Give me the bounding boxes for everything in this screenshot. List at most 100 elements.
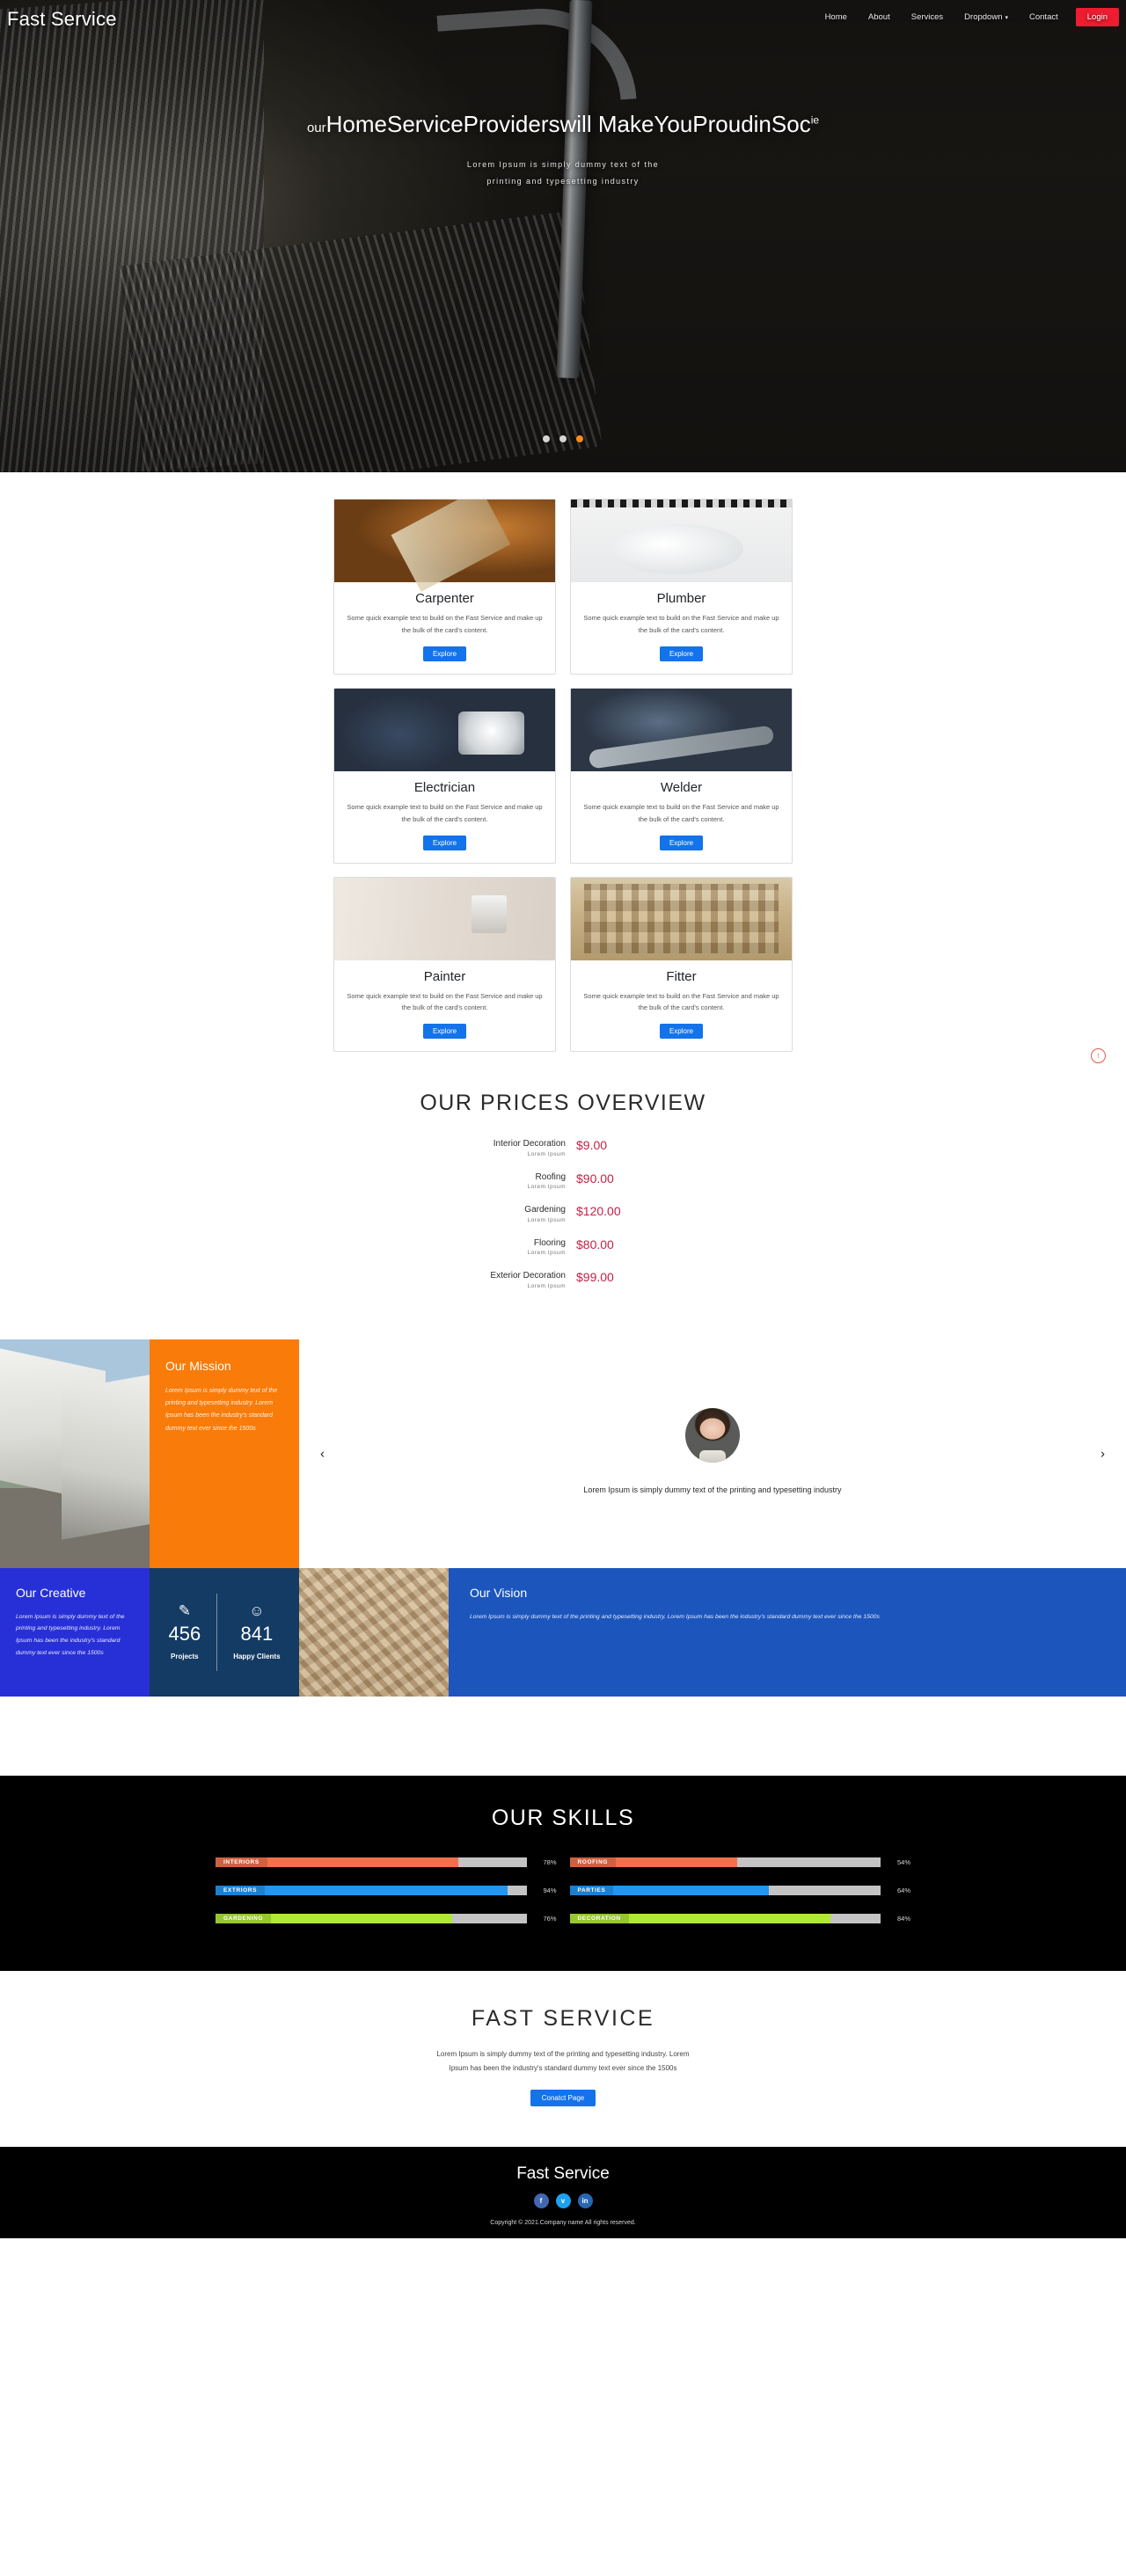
price-name: Interior Decoration [493,1139,566,1149]
price-sub: Lorem Ipsum [527,1250,566,1257]
testimonial-avatar [685,1407,740,1463]
carousel-dot-3[interactable] [576,435,583,442]
prices-heading: OUR PRICES OVERVIEW [420,1091,706,1116]
price-label-group: Exterior Decoration Lorem Ipsum [472,1271,576,1289]
hero-subtitle-line-2: printing and typesetting industry [486,176,640,186]
explore-button[interactable]: Explore [659,646,704,661]
copyright-text: Copyright © 2021.Company name All rights… [490,2219,636,2226]
contact-text: Lorem Ipsum is simply dummy text of the … [436,2049,690,2072]
price-label-group: Roofing Lorem Ipsum [472,1172,576,1191]
site-footer: Fast Service f ᴠ in Copyright © 2021.Com… [0,2146,1126,2238]
card-title: Fitter [666,968,697,984]
price-sub: Lorem Ipsum [527,1282,566,1289]
twitter-icon[interactable]: ᴠ [555,2193,571,2208]
progress-fill: ROOFING [569,1857,738,1867]
prices-section: OUR PRICES OVERVIEW Interior Decoration … [0,1061,1126,1339]
hero-subtitle: Lorem Ipsum is simply dummy text of the … [158,157,968,190]
price-row: Roofing Lorem Ipsum $90.00 [453,1171,673,1191]
price-name: Roofing [535,1171,566,1182]
price-value: $80.00 [576,1237,614,1252]
price-sub: Lorem Ipsum [527,1150,566,1157]
creative-panel: Our Creative Lorem Ipsum is simply dummy… [0,1567,150,1697]
card-text: Some quick example text to build on the … [347,991,543,1012]
card-body: Fitter Some quick example text to build … [571,960,792,1052]
explore-button[interactable]: Explore [422,1024,467,1040]
card-title: Electrician [413,779,476,795]
card-title: Carpenter [415,591,474,606]
nav-item-contact[interactable]: Contact [1019,7,1069,27]
testimonial-next-icon[interactable]: › [1100,1446,1105,1461]
stat-happy-clients: ☺ 841 Happy Clients [217,1603,296,1660]
hero-subtitle-line-1: Lorem Ipsum is simply dummy text of the [466,159,660,169]
card-title: Plumber [656,591,706,606]
nav-item-home[interactable]: Home [815,7,858,27]
contact-page-button[interactable]: Conatct Page [530,2089,596,2106]
contact-section: FAST SERVICE Lorem Ipsum is simply dummy… [0,1970,1126,2147]
stat-label: Projects [171,1653,199,1661]
progress-track: ROOFING [569,1857,881,1867]
services-section: ↑ Carpenter Some quick example text to b… [0,472,1126,1063]
explore-button[interactable]: Explore [659,1024,704,1040]
vision-text: Lorem Ipsum is simply dummy text of the … [470,1613,880,1620]
price-sub: Lorem Ipsum [527,1184,566,1191]
navbar-links: Home About Services Dropdown ▾ Contact Lo… [815,7,1126,27]
card-image-fitter [571,877,792,960]
card-title: Welder [660,779,703,795]
carousel-dot-1[interactable] [543,435,550,442]
card-text: Some quick example text to build on the … [583,991,779,1012]
service-card-painter[interactable]: Painter Some quick example text to build… [333,876,556,1053]
vision-heading: Our Vision [470,1585,528,1600]
progress-fill: INTERIORS [216,1857,458,1867]
service-card-plumber[interactable]: Plumber Some quick example text to build… [570,499,793,675]
nav-item-dropdown[interactable]: Dropdown ▾ [954,7,1019,27]
price-name: Gardening [524,1205,566,1215]
explore-button[interactable]: Explore [422,835,467,850]
price-value: $99.00 [576,1270,614,1285]
skills-heading: OUR SKILLS [491,1805,635,1830]
price-sub: Lorem Ipsum [527,1216,566,1223]
service-card-welder[interactable]: Welder Some quick example text to build … [570,687,793,864]
scroll-to-top-icon[interactable]: ↑ [1091,1048,1106,1063]
explore-button[interactable]: Explore [422,646,467,661]
price-label-group: Interior Decoration Lorem Ipsum [472,1139,576,1157]
skill-percent: 94% [543,1886,557,1894]
skill-row-extriors: EXTRIORS 94% [216,1885,557,1895]
service-card-electrician[interactable]: Electrician Some quick example text to b… [333,687,556,864]
nav-item-services[interactable]: Services [901,7,954,27]
service-card-carpenter[interactable]: Carpenter Some quick example text to bui… [333,499,556,675]
skill-label: GARDENING [216,1913,272,1923]
hero-section: Fast Service Home About Services Dropdow… [0,0,1126,472]
smiley-face-icon: ☺ [249,1602,265,1620]
skill-label: INTERIORS [216,1857,267,1867]
explore-button[interactable]: Explore [659,835,704,850]
mission-panel: Our Mission Lorem Ipsum is simply dummy … [150,1339,299,1568]
card-image-welder [571,688,792,771]
carousel-dot-2[interactable] [559,435,567,442]
price-row: Exterior Decoration Lorem Ipsum $99.00 [453,1270,673,1289]
testimonial-prev-icon[interactable]: ‹ [320,1446,325,1461]
card-body: Painter Some quick example text to build… [334,960,555,1052]
skill-label: PARTIES [569,1885,614,1895]
creative-text: Lorem Ipsum is simply dummy text of the … [16,1613,125,1656]
price-value: $120.00 [576,1204,621,1219]
linkedin-icon[interactable]: in [577,2193,593,2208]
progress-fill: GARDENING [216,1913,452,1923]
stats-panel: ✎ 456 Projects ☺ 841 Happy Clients [150,1567,299,1697]
price-list: Interior Decoration Lorem Ipsum $9.00 Ro… [453,1138,673,1289]
facebook-icon[interactable]: f [533,2193,549,2208]
nav-item-about[interactable]: About [858,7,901,27]
stat-number: 841 [240,1623,274,1646]
testimonial-text: Lorem Ipsum is simply dummy text of the … [583,1485,842,1494]
login-button[interactable]: Login [1075,7,1119,26]
creative-stats-vision-band: Our Creative Lorem Ipsum is simply dummy… [0,1567,1126,1697]
mission-photo [0,1339,150,1568]
card-image-painter [334,877,555,960]
contact-heading: FAST SERVICE [471,2005,655,2031]
skill-percent: 76% [543,1914,557,1923]
hero-title-tail: ie [810,113,820,127]
card-body: Carpenter Some quick example text to bui… [334,582,555,674]
navbar-brand[interactable]: Fast Service [0,8,117,31]
service-card-fitter[interactable]: Fitter Some quick example text to build … [570,876,793,1053]
price-name: Flooring [533,1237,566,1248]
skills-grid: INTERIORS 78% ROOFING 54% EXTRIORS 94% P… [216,1857,910,1923]
